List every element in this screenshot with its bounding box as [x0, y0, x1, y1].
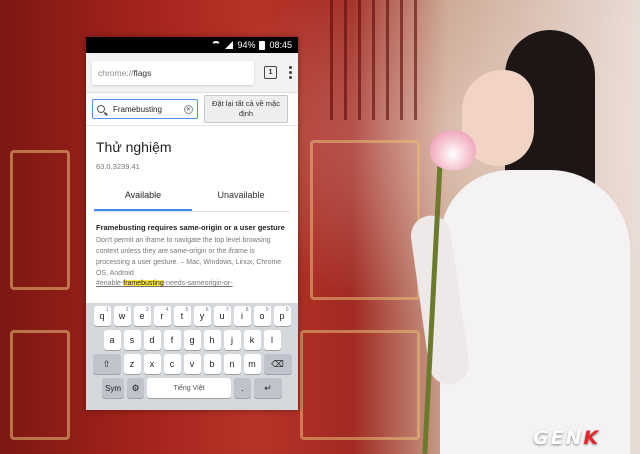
experiment-title: Framebusting requires same-origin or a u… [96, 223, 285, 232]
key-d[interactable]: d [143, 330, 161, 350]
keyboard-row-1: 1q 2w 3e 4r 5t 6y 7u 8i 9o 0p [89, 306, 295, 326]
key-i[interactable]: 8i [233, 306, 251, 326]
status-bar: 94% 08:45 [86, 37, 298, 53]
wifi-icon [211, 41, 222, 49]
key-q[interactable]: 1q [93, 306, 111, 326]
sym-key[interactable]: Sym [102, 378, 124, 398]
overflow-menu-icon[interactable] [289, 66, 292, 79]
key-f[interactable]: f [163, 330, 181, 350]
soft-keyboard: 1q 2w 3e 4r 5t 6y 7u 8i 9o 0p a s d f g … [86, 303, 298, 410]
key-o[interactable]: 9o [253, 306, 271, 326]
keyboard-settings-icon[interactable]: ⚙ [127, 378, 144, 398]
key-z[interactable]: z [123, 354, 141, 374]
key-t[interactable]: 5t [173, 306, 191, 326]
key-r[interactable]: 4r [153, 306, 171, 326]
flags-search-row: Framebusting ✕ Đặt lại tất cả về mặc địn… [86, 93, 298, 125]
door-panel [300, 330, 420, 440]
shift-key-icon[interactable]: ⇧ [92, 354, 121, 374]
keyboard-row-2: a s d f g h j k l [89, 330, 295, 350]
search-highlight: framebusting [123, 280, 164, 287]
keyboard-row-3: ⇧ z x c v b n m ⌫ [89, 354, 295, 374]
key-v[interactable]: v [183, 354, 201, 374]
clock: 08:45 [269, 40, 292, 50]
key-j[interactable]: j [223, 330, 241, 350]
key-c[interactable]: c [163, 354, 181, 374]
page-title: Thử nghiệm [96, 139, 172, 155]
key-k[interactable]: k [243, 330, 261, 350]
key-e[interactable]: 3e [133, 306, 151, 326]
tab-switcher-button[interactable]: 1 [264, 66, 277, 79]
url-bar[interactable]: chrome://flags [92, 60, 254, 85]
key-u[interactable]: 7u [213, 306, 231, 326]
key-b[interactable]: b [203, 354, 221, 374]
tab-unavailable[interactable]: Unavailable [192, 180, 290, 211]
battery-percent: 94% [237, 40, 256, 50]
version-text: 63.0.3239.41 [96, 162, 140, 171]
woman-ao-dai [440, 170, 630, 454]
key-s[interactable]: s [123, 330, 141, 350]
keyboard-row-4: Sym ⚙ Tiếng Việt . ↵ [89, 378, 295, 398]
url-path: flags [133, 67, 152, 78]
door-panel [10, 330, 70, 440]
key-a[interactable]: a [103, 330, 121, 350]
signal-icon [225, 41, 234, 49]
door-panel [10, 150, 70, 290]
experiment-description: Don't permit an iframe to navigate the t… [96, 237, 282, 277]
flags-tabs: Available Unavailable [94, 180, 290, 212]
experiment-permalink[interactable]: #enable-framebusting-needs-sameorigin-or… [96, 279, 288, 289]
browser-toolbar: chrome://flags 1 [86, 53, 298, 93]
key-m[interactable]: m [243, 354, 261, 374]
search-icon [97, 105, 105, 113]
key-y[interactable]: 6y [193, 306, 211, 326]
search-flags-input[interactable]: Framebusting ✕ [92, 99, 198, 119]
key-w[interactable]: 2w [113, 306, 131, 326]
phone-screen: 94% 08:45 chrome://flags 1 Framebusting … [86, 37, 298, 410]
backspace-key-icon[interactable]: ⌫ [263, 354, 292, 374]
enter-key-icon[interactable]: ↵ [254, 378, 282, 398]
clear-search-icon[interactable]: ✕ [184, 104, 193, 114]
reset-all-button[interactable]: Đặt lại tất cả về mặc định [204, 95, 288, 123]
key-h[interactable]: h [203, 330, 221, 350]
search-value: Framebusting [113, 104, 162, 114]
door-panel [310, 140, 420, 300]
url-scheme: chrome:// [98, 67, 134, 78]
key-g[interactable]: g [183, 330, 201, 350]
lotus-flower [430, 130, 476, 170]
battery-icon [259, 40, 266, 50]
key-period[interactable]: . [234, 378, 251, 398]
space-key[interactable]: Tiếng Việt [147, 378, 231, 398]
experiment-entry: Framebusting requires same-origin or a u… [86, 212, 298, 289]
key-n[interactable]: n [223, 354, 241, 374]
tab-available[interactable]: Available [94, 180, 192, 211]
genk-watermark-logo: GENK [533, 427, 601, 449]
window-lattice [330, 0, 420, 120]
key-p[interactable]: 0p [273, 306, 291, 326]
key-x[interactable]: x [143, 354, 161, 374]
key-l[interactable]: l [263, 330, 281, 350]
